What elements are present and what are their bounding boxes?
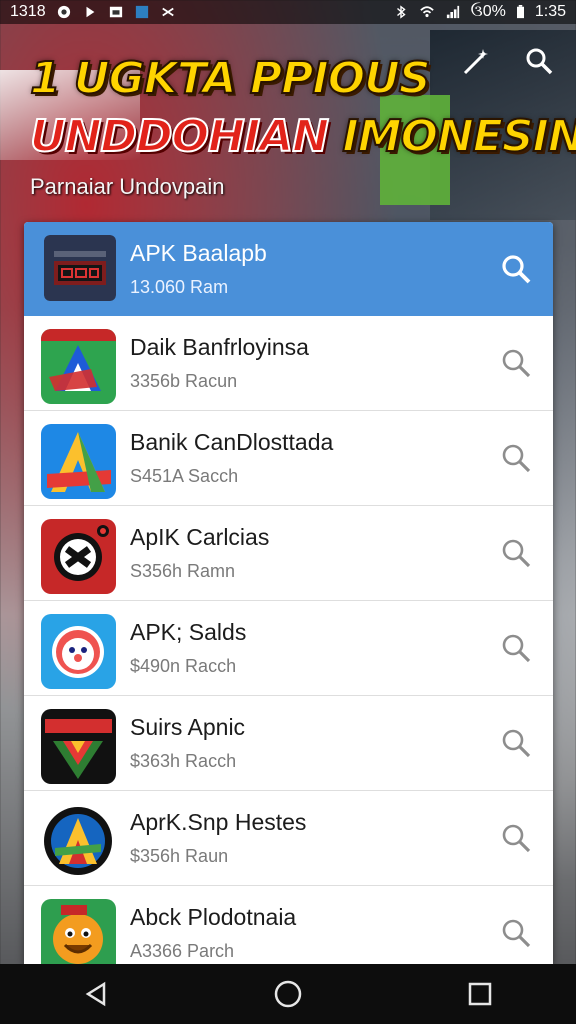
- list-item[interactable]: AprK.Snp Hestes $356h Raun: [24, 791, 553, 886]
- page-title-line-2-red: UNDDOHIAN: [29, 110, 330, 163]
- app-icon-badge-a: [41, 804, 116, 879]
- app-icon-blue-a: [41, 424, 116, 499]
- list-item-subtitle: $356h Raun: [130, 846, 229, 866]
- app-icon-blue-face: [41, 614, 116, 689]
- wifi-icon: [419, 6, 434, 18]
- record-icon: [57, 5, 70, 19]
- page-title-line-1: 1 UGKTA PPIOUS: [29, 52, 432, 105]
- signal-icon: [446, 5, 459, 19]
- list-item[interactable]: APK; Salds $490n Racch: [24, 601, 553, 696]
- list-item-title: Suirs Apnic: [130, 714, 246, 740]
- list-item-subtitle: S451A Sacch: [130, 466, 239, 486]
- status-bar: 1318 ઉ0% 1:35: [0, 0, 576, 24]
- list-item-title: AprK.Snp Hestes: [130, 809, 307, 835]
- list-item-subtitle: A3366 Parch: [130, 941, 235, 961]
- page-subtitle: Parnaiar Undovpain: [30, 174, 225, 199]
- status-time-left: 1318: [10, 3, 46, 20]
- list-item-title: Daik Banfrloyinsa: [130, 334, 309, 360]
- list-item[interactable]: Abck Plodotnaia A3366 Parch: [24, 886, 553, 964]
- battery-percent: ઉ0%: [470, 3, 506, 20]
- search-icon[interactable]: [499, 631, 533, 665]
- app-icon-red-gamepad: [41, 519, 116, 594]
- home-circle-icon: [274, 980, 302, 1008]
- play-icon: [86, 6, 94, 18]
- header-title-block: 1 UGKTA PPIOUS UNDDOHIAN IMONESIN Parnai…: [29, 50, 576, 200]
- app-notification-icon: [135, 5, 148, 19]
- list-item-subtitle: 3356b Racun: [130, 371, 238, 391]
- home-button[interactable]: [268, 974, 308, 1014]
- back-triangle-icon: [85, 981, 106, 1007]
- list-item[interactable]: Suirs Apnic $363h Racch: [24, 696, 553, 791]
- list-item-title: Banik CanDlosttada: [130, 429, 334, 455]
- search-icon[interactable]: [499, 916, 533, 950]
- search-icon[interactable]: [499, 441, 533, 475]
- list-item-selected[interactable]: APK Baalapb 13.060 Ram: [24, 222, 553, 316]
- app-icon-green-smiley: [41, 899, 116, 964]
- search-icon[interactable]: [499, 536, 533, 570]
- recents-square-icon: [468, 982, 492, 1006]
- list-item-title: Abck Plodotnaia: [130, 904, 297, 930]
- search-icon[interactable]: [499, 252, 533, 286]
- search-icon[interactable]: [499, 726, 533, 760]
- list-item-subtitle: $363h Racch: [130, 751, 237, 771]
- status-clock: 1:35: [534, 3, 566, 20]
- gallery-icon: [109, 6, 122, 18]
- search-icon[interactable]: [499, 821, 533, 855]
- app-list-panel: APK Baalapb 13.060 Ram Daik Banfrloyinsa…: [24, 222, 553, 964]
- app-icon-black-v: [41, 709, 116, 784]
- page-title-line-2-yellow: IMONESIN: [341, 110, 576, 163]
- list-item-subtitle: S356h Ramn: [130, 561, 236, 581]
- shuffle-icon: [161, 7, 174, 17]
- list-item[interactable]: Daik Banfrloyinsa 3356b Racun: [24, 316, 553, 411]
- list-item-title: ApIK Carlcias: [130, 524, 270, 550]
- app-icon-green-a: [41, 329, 116, 404]
- list-item[interactable]: Banik CanDlosttada S451A Sacch: [24, 411, 553, 506]
- bluetooth-icon: [396, 5, 406, 19]
- search-icon[interactable]: [499, 346, 533, 380]
- back-button[interactable]: [76, 974, 116, 1014]
- list-item-title: APK; Salds: [130, 619, 247, 645]
- list-item-subtitle: 13.060 Ram: [130, 277, 229, 297]
- recents-button[interactable]: [460, 974, 500, 1014]
- battery-icon: [516, 5, 524, 19]
- app-icon-blue-grey: [44, 235, 116, 301]
- page-title-line-2: UNDDOHIAN IMONESIN: [29, 108, 576, 166]
- list-item-title: APK Baalapb: [130, 240, 267, 266]
- system-nav-bar: [0, 964, 576, 1024]
- list-item-subtitle: $490n Racch: [130, 656, 237, 676]
- list-item[interactable]: ApIK Carlcias S356h Ramn: [24, 506, 553, 601]
